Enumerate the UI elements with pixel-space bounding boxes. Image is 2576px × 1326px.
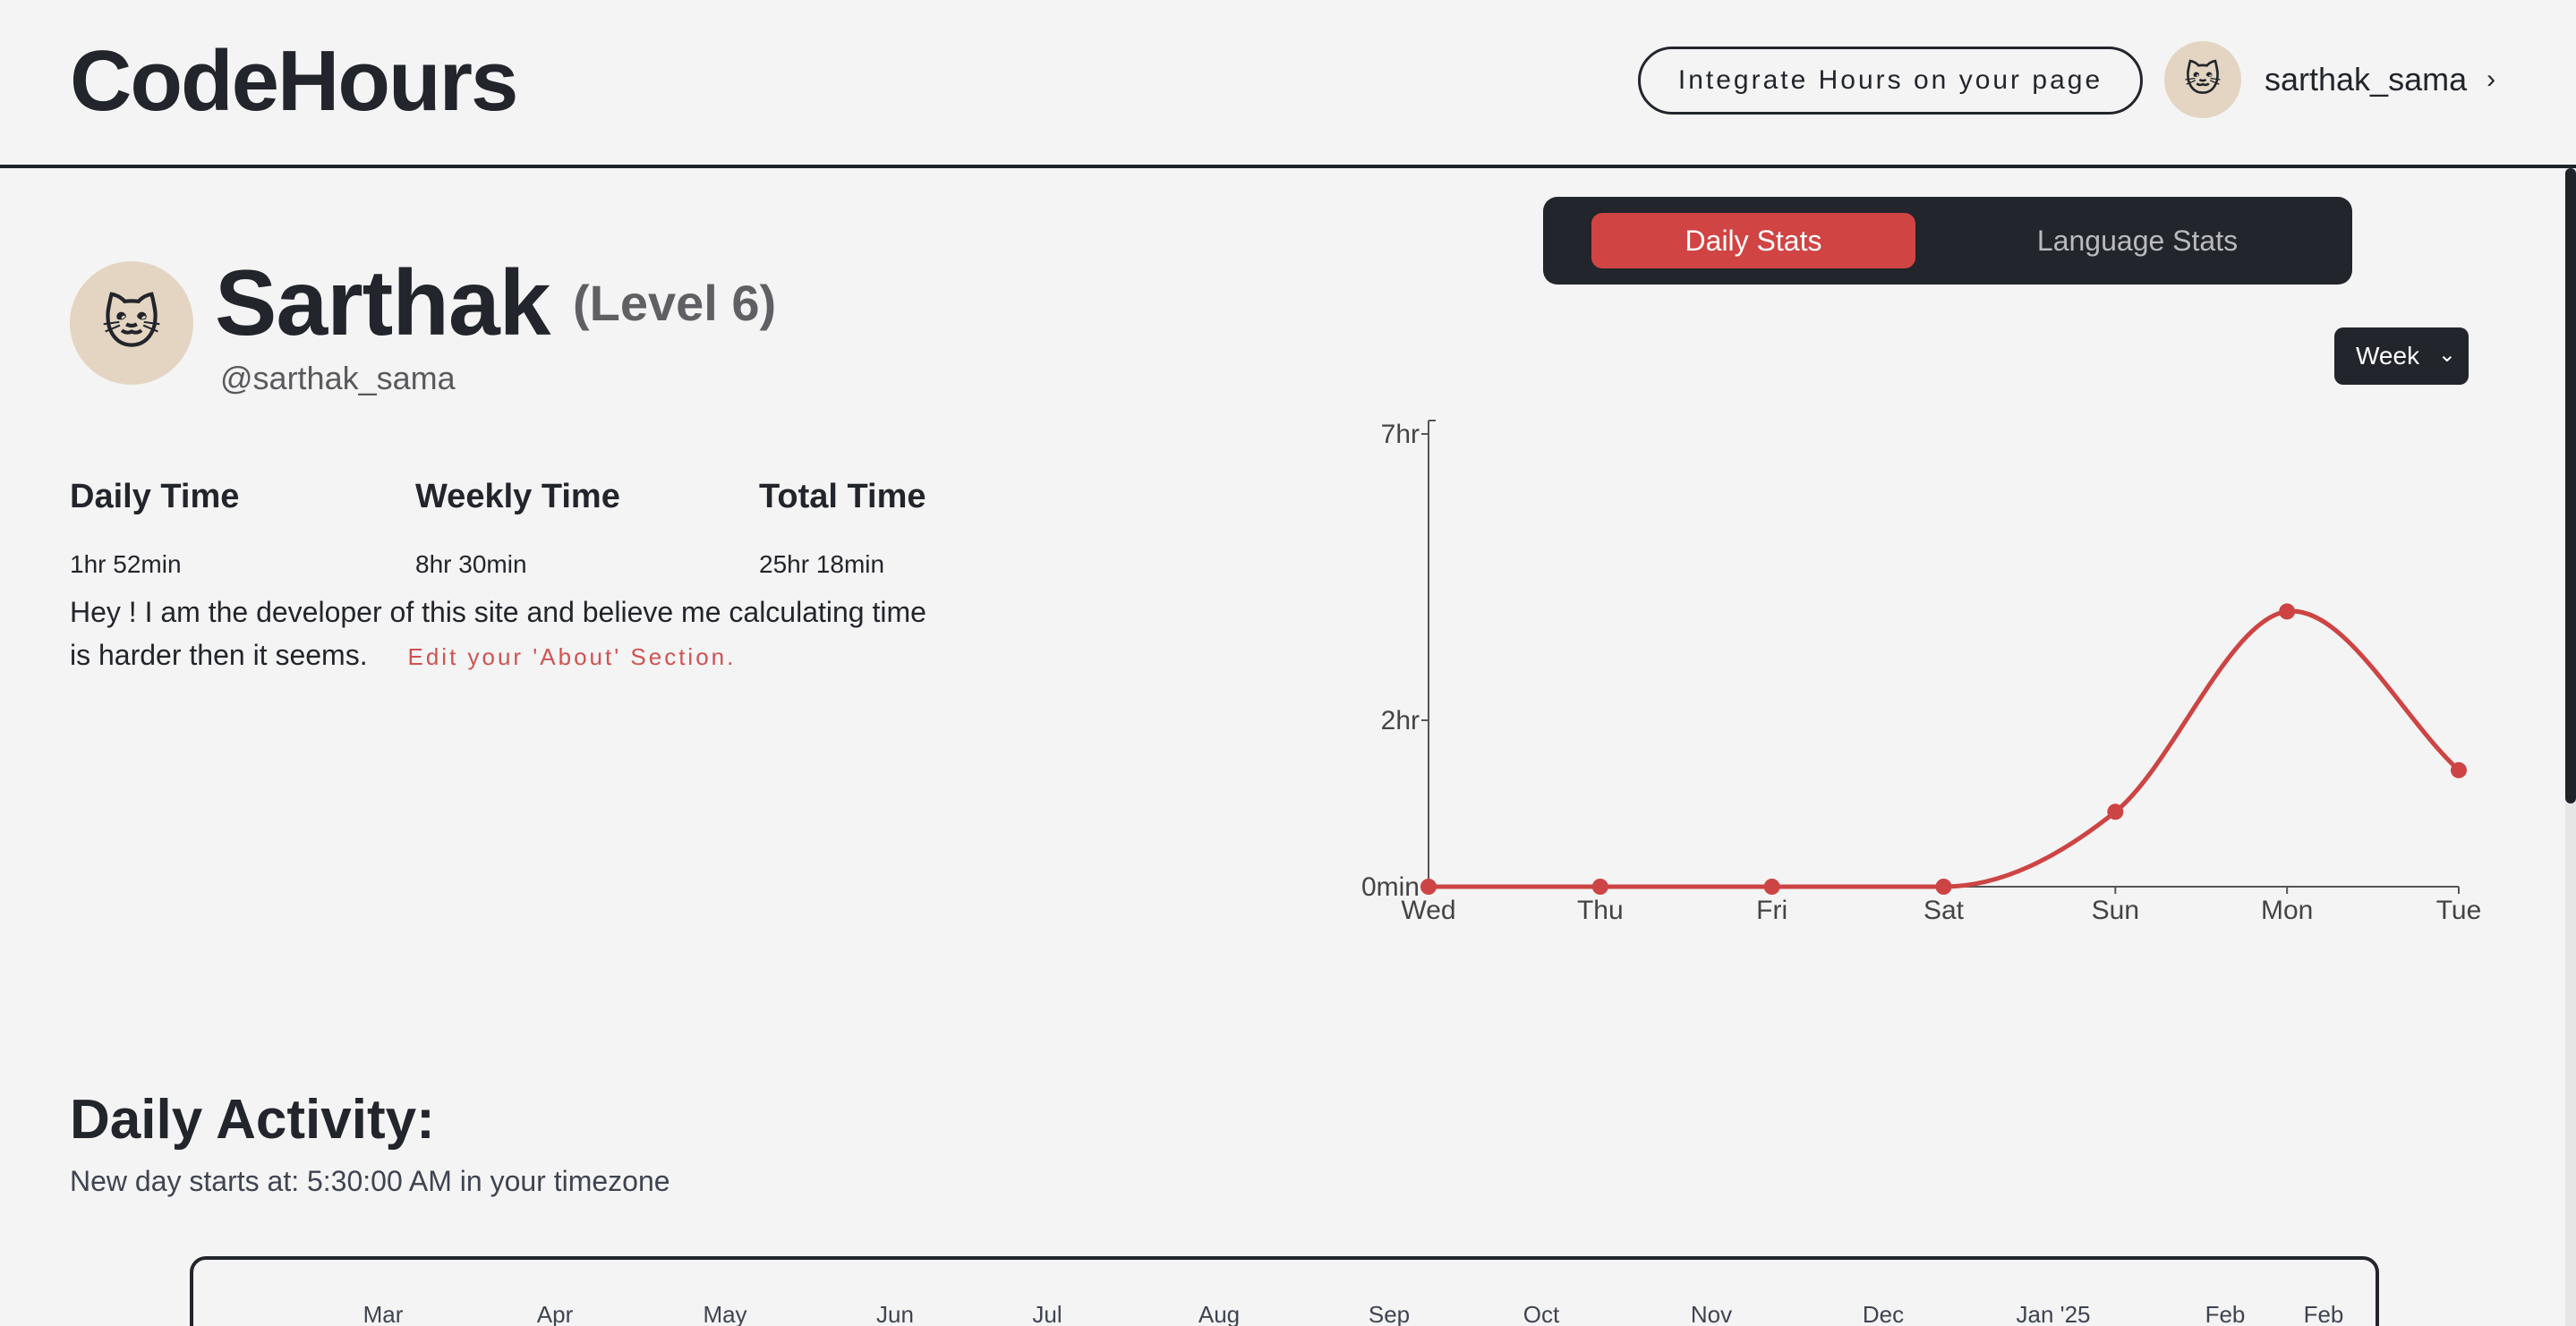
logo[interactable]: CodeHours	[70, 32, 518, 131]
data-point	[1935, 879, 1952, 895]
avatar[interactable]: 🐱	[2164, 41, 2241, 118]
cat-avatar-icon: 🐱	[2184, 60, 2222, 99]
top-nav: CodeHours Integrate Hours on your page 🐱…	[0, 0, 2576, 168]
series-line	[1429, 608, 2461, 889]
weekly-time-stat: Weekly Time 8hr 30min	[415, 478, 620, 579]
x-tick-label: Thu	[1577, 896, 1624, 925]
profile-level: (Level 6)	[573, 275, 777, 331]
chevron-right-icon[interactable]: ›	[2486, 64, 2495, 95]
stats-tabs: Daily Stats Language Stats	[1543, 197, 2352, 285]
range-select-value: Week	[2356, 342, 2420, 370]
username-label[interactable]: sarthak_sama	[2265, 61, 2467, 98]
month-label: Jan '25	[2016, 1301, 2091, 1326]
data-point	[2279, 603, 2296, 620]
data-point	[1763, 879, 1780, 895]
profile-name: Sarthak	[215, 251, 551, 355]
month-label: Aug	[1198, 1301, 1241, 1326]
scrollbar-thumb[interactable]	[2565, 168, 2576, 803]
chevron-down-icon: ⌄	[2437, 343, 2456, 367]
month-label: Dec	[1862, 1301, 1905, 1326]
month-label: Oct	[1523, 1301, 1560, 1326]
month-label: Sep	[1368, 1301, 1411, 1326]
x-tick-label: Sat	[1923, 896, 1965, 925]
daily-time-label: Daily Time	[70, 478, 240, 515]
data-point	[1591, 879, 1608, 895]
range-select[interactable]: Week ⌄	[2334, 327, 2469, 385]
cat-avatar-icon: 🐱	[101, 290, 162, 355]
weekly-time-value: 8hr 30min	[415, 550, 527, 578]
tab-daily-stats[interactable]: Daily Stats	[1591, 213, 1915, 268]
total-time-label: Total Time	[759, 478, 926, 515]
user-menu[interactable]: 🐱 sarthak_sama ›	[2164, 39, 2495, 120]
edit-about-link[interactable]: Edit your 'About' Section.	[407, 643, 736, 670]
profile-avatar: 🐱	[70, 261, 193, 385]
x-tick-label: Mon	[2261, 896, 2313, 925]
data-point	[1420, 879, 1437, 895]
x-tick-label: Tue	[2436, 896, 2482, 925]
data-point	[2451, 761, 2467, 778]
tab-language-stats[interactable]: Language Stats	[1958, 213, 2316, 268]
month-label: Feb	[2303, 1301, 2344, 1326]
daily-time-stat: Daily Time 1hr 52min	[70, 478, 239, 579]
month-label: Mar	[363, 1301, 404, 1326]
data-point	[2107, 803, 2124, 820]
weekly-time-label: Weekly Time	[415, 478, 620, 515]
daily-stats-chart: 0min2hr7hrWed Thu Fri Sat Sun Mon Tue	[1361, 420, 2482, 925]
month-label: Jul	[1032, 1301, 1062, 1326]
about-section: Hey ! I am the developer of this site an…	[70, 591, 947, 678]
month-label: Feb	[2205, 1301, 2246, 1326]
y-tick-label: 2hr	[1381, 706, 1420, 735]
daily-time-value: 1hr 52min	[70, 550, 182, 578]
x-tick-label: Sun	[2092, 896, 2139, 925]
total-time-stat: Total Time 25hr 18min	[759, 478, 926, 579]
daily-activity-subtitle: New day starts at: 5:30:00 AM in your ti…	[70, 1165, 670, 1197]
month-label: Jun	[876, 1301, 914, 1326]
profile-handle: @sarthak_sama	[220, 360, 456, 396]
month-label: Apr	[536, 1301, 574, 1326]
month-label: Nov	[1690, 1301, 1733, 1326]
total-time-value: 25hr 18min	[759, 550, 885, 578]
daily-activity-title: Daily Activity:	[70, 1089, 435, 1151]
x-tick-label: Wed	[1401, 896, 1455, 925]
y-tick-label: 7hr	[1381, 420, 1420, 449]
app-root: CodeHours Integrate Hours on your page 🐱…	[0, 0, 2576, 1326]
x-tick-label: Fri	[1756, 896, 1787, 925]
month-label: May	[703, 1301, 747, 1326]
integrate-hours-button[interactable]: Integrate Hours on your page	[1638, 47, 2143, 115]
